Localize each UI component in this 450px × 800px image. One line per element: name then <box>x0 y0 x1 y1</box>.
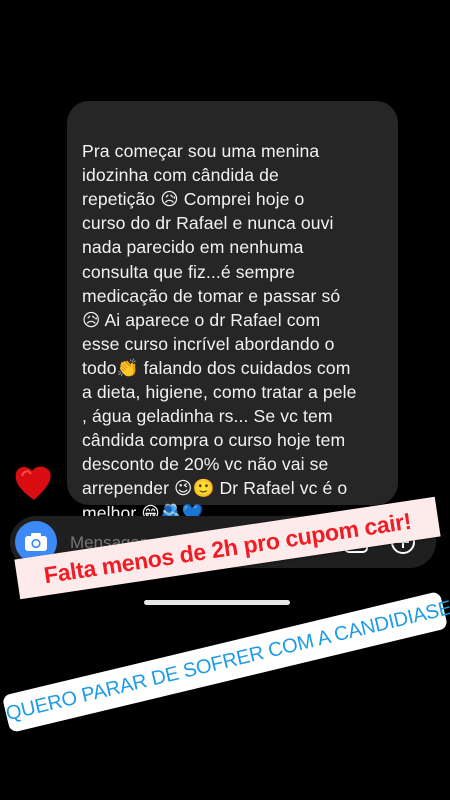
home-indicator[interactable] <box>144 600 290 605</box>
link-sticker-text: QUERO PARAR DE SOFRER COM A CANDIDIASE <box>3 596 450 725</box>
link-sticker[interactable]: QUERO PARAR DE SOFRER COM A CANDIDIASE <box>0 590 450 734</box>
message-text: Pra começar sou uma menina idozinha com … <box>82 141 357 523</box>
message-bubble: Pra começar sou uma menina idozinha com … <box>67 101 398 523</box>
heart-sticker <box>15 466 51 500</box>
camera-icon <box>25 533 47 551</box>
link-icon <box>0 708 1 726</box>
